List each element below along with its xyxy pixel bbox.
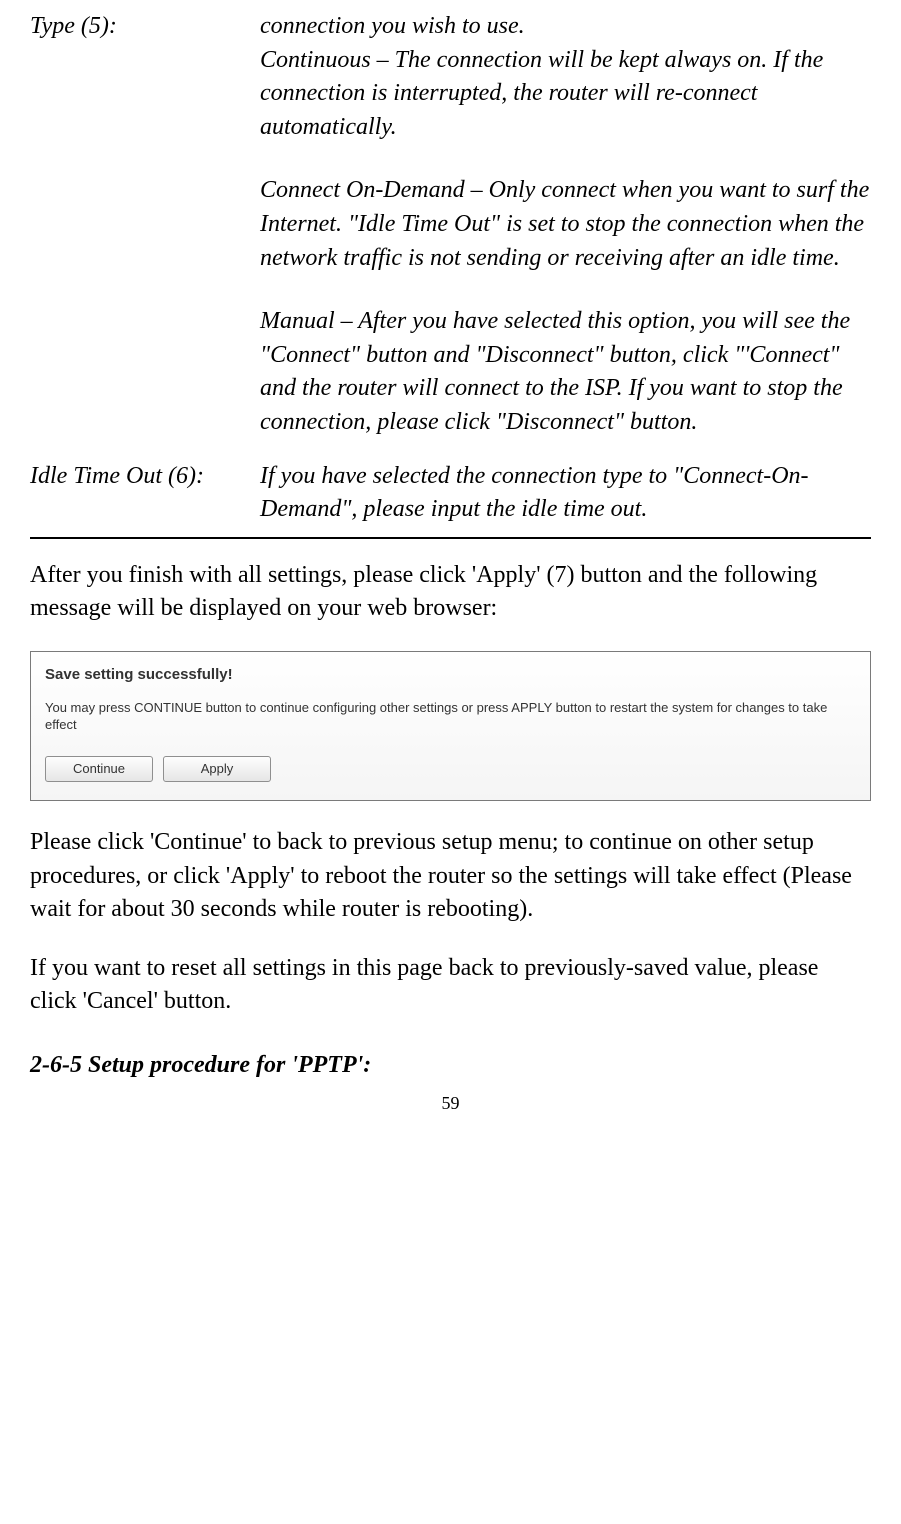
after-settings-text: After you finish with all settings, plea…: [30, 559, 871, 626]
section-heading: 2-6-5 Setup procedure for 'PPTP':: [30, 1049, 871, 1083]
dialog-title: Save setting successfully!: [45, 664, 856, 685]
def-content-type: connection you wish to use. Continuous –…: [260, 10, 871, 440]
page-number: 59: [30, 1091, 871, 1116]
dialog-buttons-row: Continue Apply: [45, 756, 856, 782]
continue-instructions: Please click 'Continue' to back to previ…: [30, 826, 871, 927]
type-on-demand: Connect On-Demand – Only connect when yo…: [260, 174, 871, 275]
dialog-text: You may press CONTINUE button to continu…: [45, 699, 856, 734]
type-continuous: Continuous – The connection will be kept…: [260, 44, 871, 145]
def-label-type: Type (5):: [30, 10, 260, 440]
definition-table: Type (5): connection you wish to use. Co…: [30, 10, 871, 527]
def-content-idle: If you have selected the connection type…: [260, 460, 871, 527]
reset-instructions: If you want to reset all settings in thi…: [30, 952, 871, 1019]
type-manual: Manual – After you have selected this op…: [260, 305, 871, 439]
def-label-idle: Idle Time Out (6):: [30, 460, 260, 527]
idle-text: If you have selected the connection type…: [260, 460, 871, 527]
type-intro: connection you wish to use.: [260, 10, 871, 44]
apply-button[interactable]: Apply: [163, 756, 271, 782]
save-dialog: Save setting successfully! You may press…: [30, 651, 871, 801]
continue-button[interactable]: Continue: [45, 756, 153, 782]
section-divider: [30, 537, 871, 539]
